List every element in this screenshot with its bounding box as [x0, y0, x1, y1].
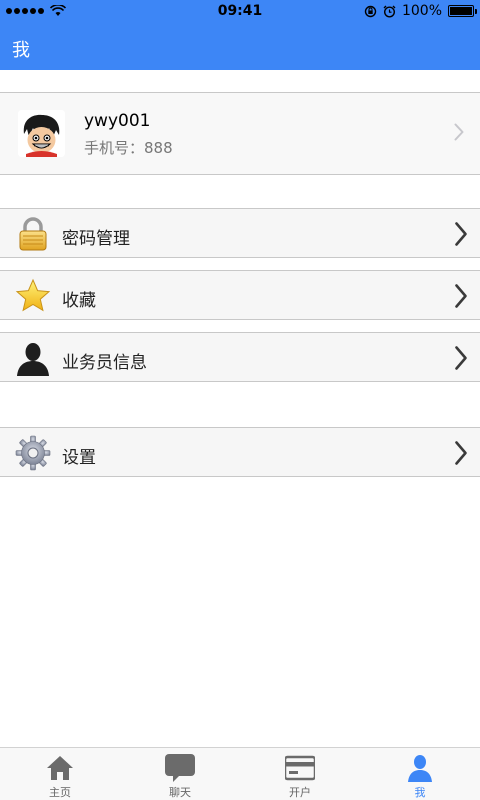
- person-icon: [17, 343, 49, 376]
- tab-bar: 主页 聊天 开户 我: [0, 747, 480, 800]
- menu-item-label: 密码管理: [62, 229, 130, 249]
- menu-item-label: 设置: [62, 448, 96, 468]
- status-bar: 09:41 100%: [0, 0, 480, 22]
- chevron-right-icon: [455, 346, 467, 370]
- profile-username: ywy001: [84, 111, 151, 131]
- profile-phone: 手机号：888: [84, 139, 173, 157]
- star-icon: [15, 278, 51, 312]
- tab-chat[interactable]: 聊天: [120, 748, 240, 800]
- tab-me[interactable]: 我: [360, 748, 480, 800]
- tab-open-account[interactable]: 开户: [240, 748, 360, 800]
- nav-bar: 我: [0, 22, 480, 70]
- chevron-right-icon: [455, 284, 467, 308]
- alarm-icon: [383, 5, 396, 18]
- avatar: [18, 110, 65, 157]
- lock-icon: [19, 217, 47, 251]
- menu-item-password[interactable]: 密码管理: [0, 208, 480, 258]
- battery-icon: [448, 5, 477, 17]
- tab-home[interactable]: 主页: [0, 748, 120, 800]
- battery-percent: 100%: [401, 3, 442, 19]
- tab-label: 聊天: [169, 786, 191, 799]
- menu-item-label: 收藏: [62, 291, 96, 311]
- gear-icon: [15, 435, 51, 471]
- chevron-right-icon: [455, 441, 467, 465]
- chevron-right-icon: [455, 222, 467, 246]
- status-right: 100%: [364, 3, 477, 19]
- profile-card[interactable]: ywy001 手机号：888: [0, 92, 480, 175]
- menu-item-favorites[interactable]: 收藏: [0, 270, 480, 320]
- menu-item-salesperson-info[interactable]: 业务员信息: [0, 332, 480, 382]
- card-icon: [285, 755, 315, 781]
- chat-icon: [165, 754, 195, 782]
- menu-item-settings[interactable]: 设置: [0, 427, 480, 477]
- page-title: 我: [12, 40, 30, 61]
- avatar-image: [18, 110, 65, 157]
- tab-label: 开户: [289, 786, 311, 799]
- menu-item-label: 业务员信息: [62, 353, 147, 373]
- chevron-right-icon: [454, 123, 464, 141]
- tab-label: 我: [414, 786, 426, 799]
- home-icon: [47, 756, 73, 780]
- rotation-lock-icon: [364, 5, 377, 17]
- tab-label: 主页: [49, 786, 71, 799]
- user-icon: [408, 755, 432, 782]
